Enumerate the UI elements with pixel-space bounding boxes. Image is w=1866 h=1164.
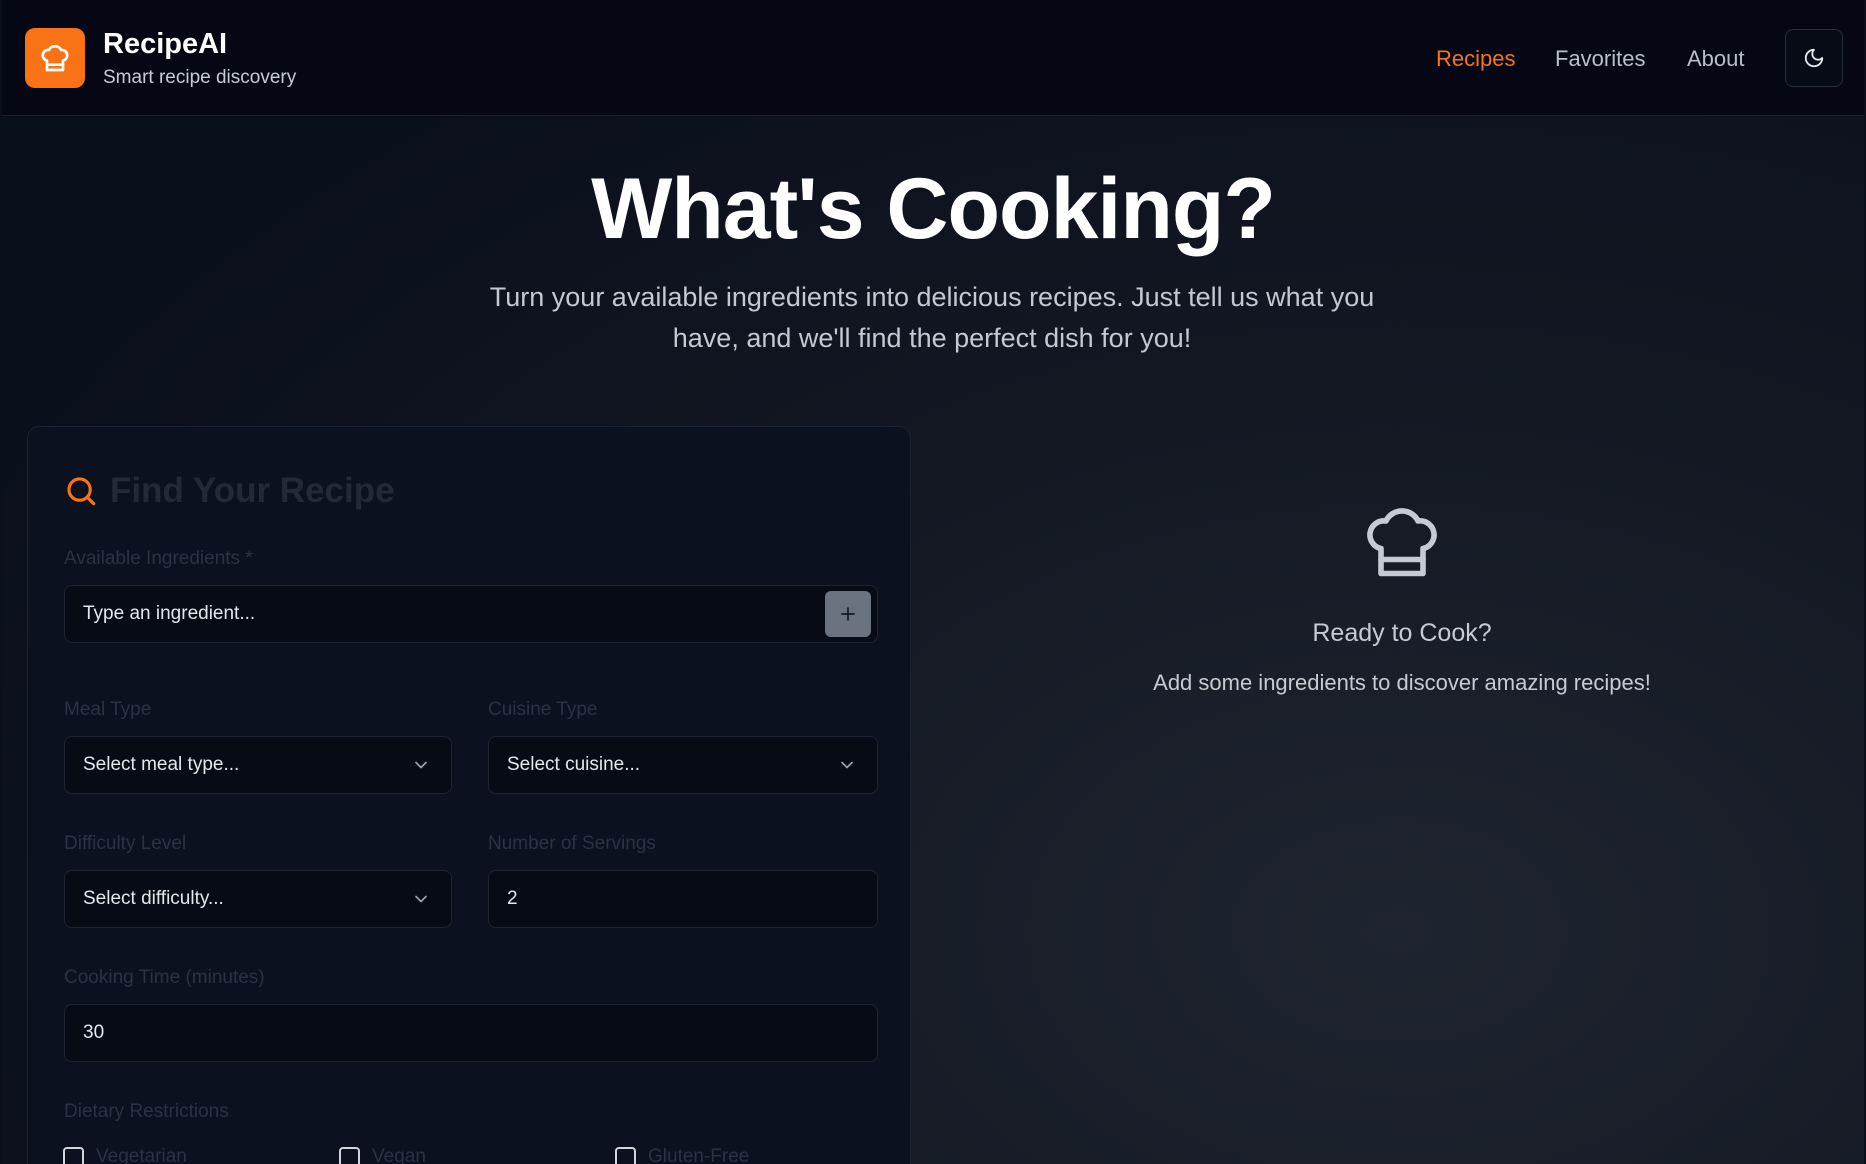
servings-label: Number of Servings — [488, 833, 656, 854]
cuisine-value: Select cuisine... — [507, 754, 641, 775]
servings-input[interactable]: 2 — [488, 870, 878, 928]
checkbox-label: Vegetarian — [96, 1146, 187, 1164]
nav-about[interactable]: About — [1687, 46, 1745, 72]
checkbox-vegan[interactable]: Vegan — [339, 1146, 426, 1164]
meal-type-select[interactable]: Select meal type... — [64, 736, 452, 794]
chevron-down-icon — [415, 895, 427, 903]
recipe-search-card: Find Your Recipe Available Ingredients *… — [27, 426, 911, 1164]
app-frame: RecipeAI Smart recipe discovery Recipes … — [2, 0, 1864, 1164]
card-title: Find Your Recipe — [110, 471, 395, 510]
logo-badge[interactable] — [25, 28, 85, 88]
theme-toggle-button[interactable] — [1785, 29, 1843, 87]
empty-state-subtitle: Add some ingredients to discover amazing… — [1153, 670, 1651, 695]
ingredient-input[interactable]: Type an ingredient... — [64, 585, 878, 643]
ingredient-input-placeholder: Type an ingredient... — [83, 603, 256, 624]
checkbox-label: Vegan — [372, 1146, 426, 1164]
cuisine-label: Cuisine Type — [488, 699, 598, 720]
chef-hat-logo-icon — [41, 44, 69, 72]
checkbox-box[interactable] — [339, 1146, 360, 1164]
cuisine-select[interactable]: Select cuisine... — [488, 736, 878, 794]
brand-title: RecipeAI — [103, 28, 228, 60]
hero-title: What's Cooking? — [591, 161, 1276, 257]
nav-recipes[interactable]: Recipes — [1436, 46, 1515, 72]
card-header: Find Your Recipe — [64, 471, 395, 511]
hero-subtitle-line-1: Turn your available ingredients into del… — [489, 282, 1375, 312]
dietary-label: Dietary Restrictions — [64, 1101, 229, 1122]
hero-subtitle-line-2: have, and we'll find the perfect dish fo… — [672, 323, 1192, 353]
chef-hat-icon — [1367, 508, 1437, 577]
checkbox-box[interactable] — [63, 1146, 84, 1164]
moon-icon — [1804, 48, 1824, 68]
empty-state-title: Ready to Cook? — [1312, 619, 1492, 647]
top-navbar: RecipeAI Smart recipe discovery Recipes … — [2, 0, 1864, 116]
search-icon — [67, 477, 96, 506]
plus-icon — [841, 607, 855, 621]
checkbox-label: Gluten-Free — [648, 1146, 750, 1164]
add-ingredient-button[interactable] — [825, 591, 871, 637]
chevron-down-icon — [841, 761, 853, 769]
checkbox-box[interactable] — [615, 1146, 636, 1164]
cooking-time-value: 30 — [83, 1022, 105, 1043]
nav-favorites[interactable]: Favorites — [1555, 46, 1645, 72]
checkbox-gluten-free[interactable]: Gluten-Free — [615, 1146, 749, 1164]
hero-subtitle: Turn your available ingredients into del… — [432, 277, 1432, 359]
cooking-time-input[interactable]: 30 — [64, 1004, 878, 1062]
difficulty-select[interactable]: Select difficulty... — [64, 870, 452, 928]
checkbox-vegetarian[interactable]: Vegetarian — [63, 1146, 187, 1164]
cooking-time-label: Cooking Time (minutes) — [64, 967, 265, 988]
difficulty-label: Difficulty Level — [64, 833, 187, 854]
servings-value: 2 — [507, 888, 518, 909]
brand-subtitle: Smart recipe discovery — [103, 67, 297, 88]
chevron-down-icon — [415, 761, 427, 769]
ingredients-label: Available Ingredients * — [64, 548, 253, 569]
difficulty-value: Select difficulty... — [83, 888, 224, 909]
meal-type-value: Select meal type... — [83, 754, 240, 775]
meal-type-label: Meal Type — [64, 699, 152, 720]
